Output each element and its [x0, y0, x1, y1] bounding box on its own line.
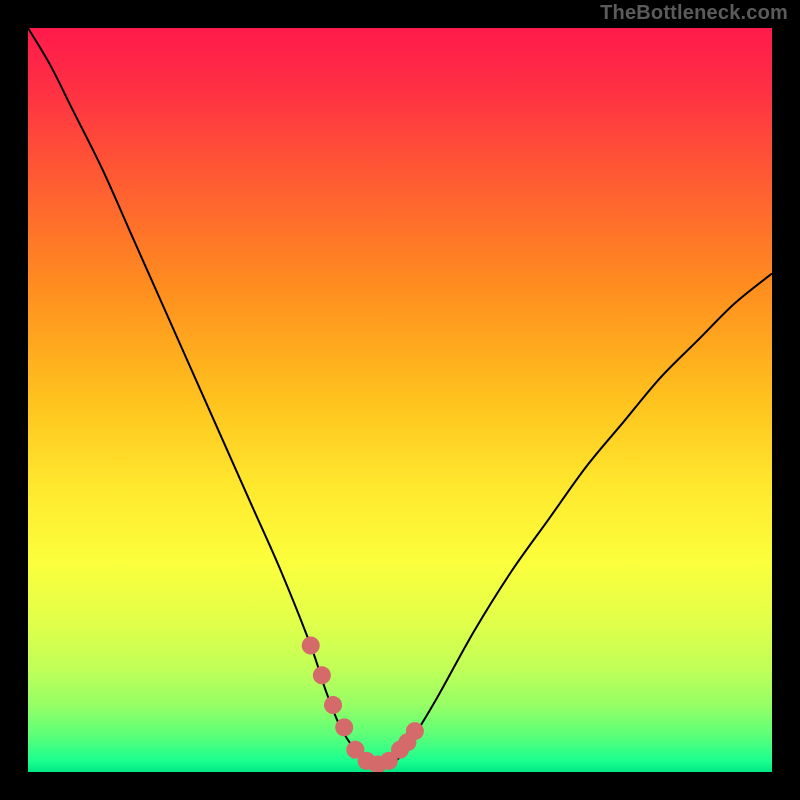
optimal-marker [335, 718, 353, 736]
optimal-marker [313, 666, 331, 684]
plot-area [28, 28, 772, 772]
watermark-text: TheBottleneck.com [600, 2, 788, 25]
optimal-marker [406, 722, 424, 740]
optimal-marker [302, 637, 320, 655]
optimal-marker [324, 696, 342, 714]
plot-svg [28, 28, 772, 772]
background-gradient [28, 28, 772, 772]
chart-frame: TheBottleneck.com [0, 0, 800, 800]
